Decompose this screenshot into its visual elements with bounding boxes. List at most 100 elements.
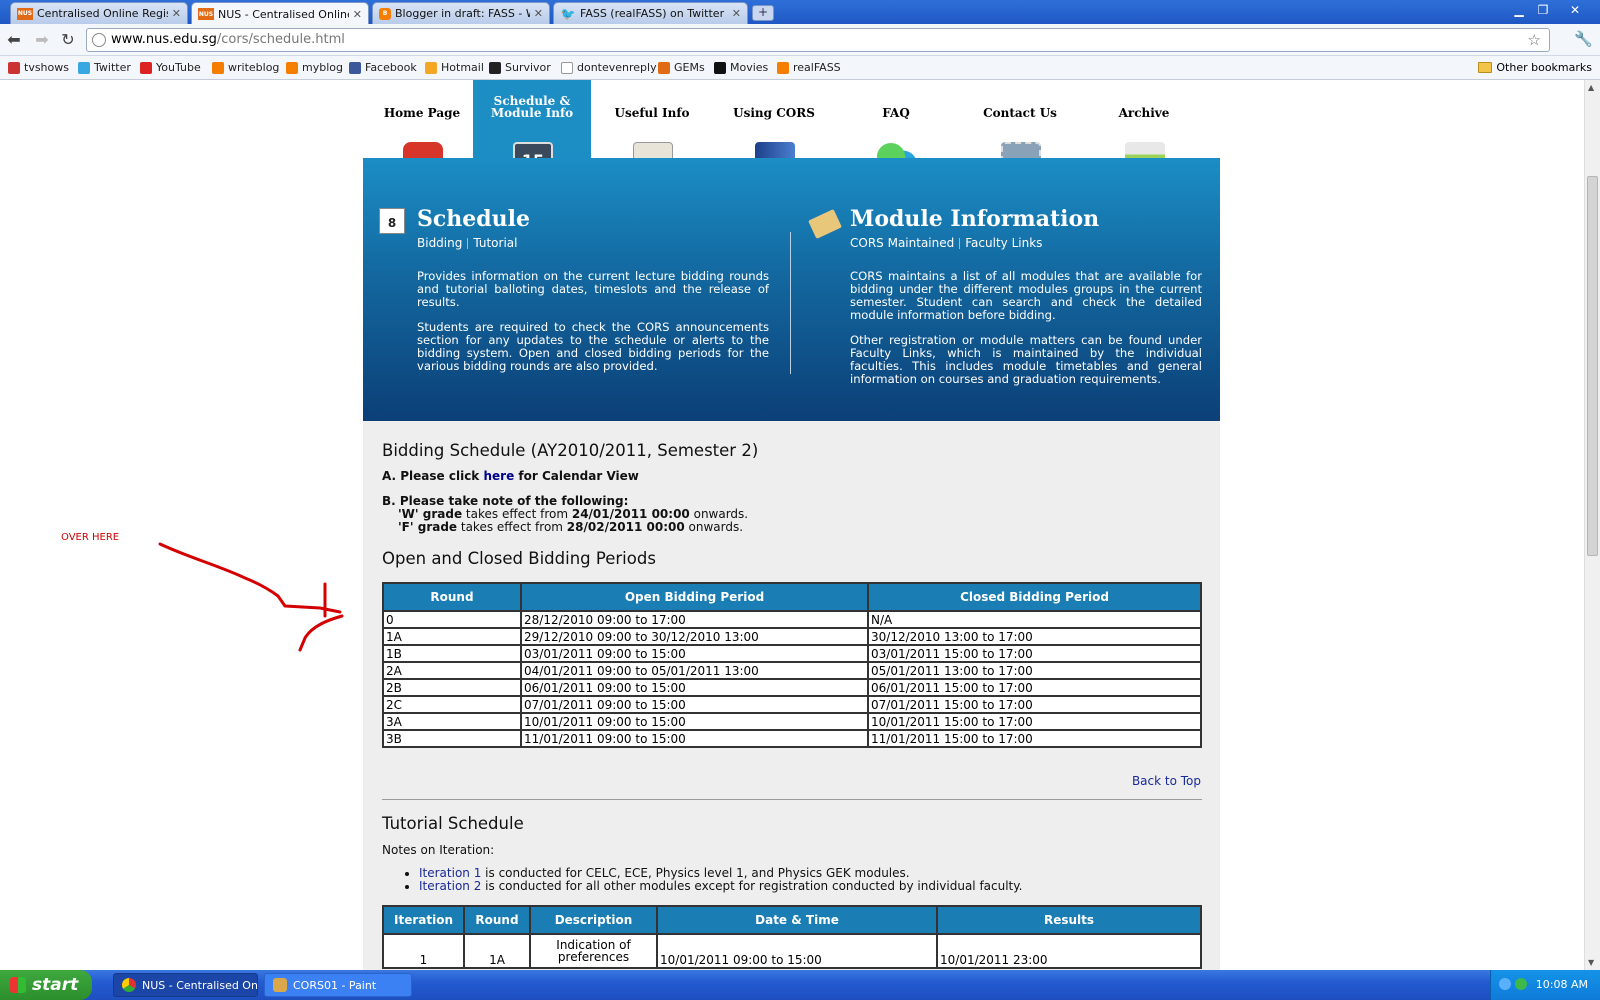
bookmark-writeblog[interactable]: writeblog bbox=[212, 61, 279, 74]
taskbar-chrome-button[interactable]: NUS - Centralised Onl... bbox=[113, 973, 258, 997]
iteration-2-link[interactable]: Iteration 2 bbox=[419, 879, 481, 893]
back-icon[interactable]: ⬅ bbox=[4, 30, 24, 50]
browser-tab-3[interactable]: B Blogger in draft: FASS - W... ✕ bbox=[372, 2, 550, 24]
new-tab-button[interactable]: + bbox=[752, 5, 774, 21]
browser-tab-1[interactable]: NUS Centralised Online Registra... ✕ bbox=[10, 2, 188, 24]
taskbar-button-label: CORS01 - Paint bbox=[293, 978, 377, 992]
bookmark-movies[interactable]: Movies bbox=[714, 61, 768, 74]
bookmark-label: Hotmail bbox=[441, 61, 484, 74]
tutorial-link[interactable]: Tutorial bbox=[473, 236, 517, 250]
close-icon[interactable]: ✕ bbox=[534, 7, 543, 20]
restore-icon[interactable]: ❐ bbox=[1532, 2, 1554, 20]
section-divider bbox=[382, 799, 1202, 800]
table-row: 2B 06/01/2011 09:00 to 15:00 06/01/2011 15… bbox=[382, 678, 1202, 697]
scroll-up-icon[interactable]: ▲ bbox=[1588, 83, 1594, 92]
nav-label: Archive bbox=[1118, 106, 1170, 120]
nus-favicon-icon: NUS bbox=[17, 7, 33, 20]
f-grade-mid: takes effect from bbox=[457, 520, 567, 534]
nav-label: Contact Us bbox=[983, 106, 1057, 120]
table-row: 1 1A Indication of preferences 10/01/201… bbox=[382, 933, 1202, 969]
nav-label: Useful Info bbox=[614, 106, 690, 120]
f-grade-date: 28/02/2011 00:00 bbox=[566, 520, 685, 534]
start-button[interactable]: start bbox=[0, 970, 92, 1000]
bookmark-twitter[interactable]: Twitter bbox=[78, 61, 131, 74]
wrench-icon[interactable]: 🔧 bbox=[1574, 30, 1593, 48]
close-window-icon[interactable]: ✕ bbox=[1564, 2, 1586, 20]
bookmark-tvshows[interactable]: tvshows bbox=[8, 61, 69, 74]
bookmark-dontevenreply[interactable]: dontevenreply bbox=[561, 61, 657, 74]
cors-maintained-link[interactable]: CORS Maintained bbox=[850, 236, 954, 250]
note-a: A. Please click here for Calendar View bbox=[382, 470, 639, 483]
bookmark-icon bbox=[8, 61, 20, 74]
schedule-description: Provides information on the current lect… bbox=[417, 270, 769, 385]
column-header: Open Bidding Period bbox=[520, 582, 869, 612]
table-row: 3A 10/01/2011 09:00 to 15:00 10/01/2011 15… bbox=[382, 712, 1202, 731]
scrollbar-thumb[interactable] bbox=[1587, 176, 1598, 556]
column-header: Results bbox=[936, 905, 1202, 935]
bookmark-label: Twitter bbox=[94, 61, 131, 74]
back-to-top-link[interactable]: Back to Top bbox=[1132, 775, 1201, 788]
list-item: Iteration 2 is conducted for all other m… bbox=[419, 880, 1022, 893]
table-cell: 10/01/2011 09:00 to 15:00 bbox=[656, 933, 938, 969]
browser-tab-4[interactable]: 🐦 FASS (realFASS) on Twitter ✕ bbox=[553, 2, 748, 24]
bookmark-realfass[interactable]: realFASS bbox=[777, 61, 841, 74]
schedule-para-2: Students are required to check the CORS … bbox=[417, 320, 769, 373]
bidding-table-body: 0 28/12/2010 09:00 to 17:00 N/A 1A 29/12/201… bbox=[382, 610, 1202, 748]
module-para-2: Other registration or module matters can… bbox=[850, 333, 1202, 386]
table-row: 2C 07/01/2011 09:00 to 15:00 07/01/2011 15… bbox=[382, 695, 1202, 714]
close-icon[interactable]: ✕ bbox=[353, 8, 362, 21]
note-a-suffix: for Calendar View bbox=[514, 469, 639, 483]
blogger-favicon-icon: B bbox=[379, 7, 391, 20]
table-cell: 30/12/2010 13:00 to 17:00 bbox=[867, 627, 1202, 646]
bookmark-star-icon[interactable]: ☆ bbox=[1528, 29, 1541, 51]
iteration-1-link[interactable]: Iteration 1 bbox=[419, 866, 481, 880]
close-icon[interactable]: ✕ bbox=[172, 7, 181, 20]
bookmark-facebook[interactable]: Facebook bbox=[349, 61, 417, 74]
calendar-view-link[interactable]: here bbox=[483, 469, 514, 483]
other-bookmarks[interactable]: Other bookmarks bbox=[1478, 61, 1592, 74]
vertical-scrollbar[interactable]: ▲ ▼ bbox=[1584, 80, 1600, 970]
nav-label: Home Page bbox=[383, 106, 461, 120]
reload-icon[interactable]: ↻ bbox=[58, 30, 78, 50]
taskbar-paint-button[interactable]: CORS01 - Paint bbox=[264, 973, 412, 997]
table-cell: 28/12/2010 09:00 to 17:00 bbox=[520, 610, 869, 629]
module-info-description: CORS maintains a list of all modules tha… bbox=[850, 270, 1202, 398]
column-header: Description bbox=[529, 905, 658, 935]
tray-arrow-icon[interactable] bbox=[1499, 978, 1511, 990]
link-separator bbox=[959, 238, 961, 249]
network-icon[interactable] bbox=[1515, 978, 1527, 990]
bookmark-gems[interactable]: GEMs bbox=[658, 61, 705, 74]
bookmark-myblog[interactable]: myblog bbox=[286, 61, 343, 74]
minimize-icon[interactable]: ▁ bbox=[1508, 2, 1530, 20]
youtube-icon bbox=[140, 61, 152, 74]
w-grade-end: onwards. bbox=[689, 507, 749, 521]
w-grade-label: 'W' grade bbox=[398, 507, 463, 521]
hero-divider bbox=[790, 232, 791, 374]
bookmark-survivor[interactable]: Survivor bbox=[489, 61, 551, 74]
tab-title: Centralised Online Registra... bbox=[37, 7, 168, 20]
scroll-down-icon[interactable]: ▼ bbox=[1588, 958, 1594, 967]
w-grade-mid: takes effect from bbox=[462, 507, 572, 521]
table-row: 0 28/12/2010 09:00 to 17:00 N/A bbox=[382, 610, 1202, 629]
url-host: www.nus.edu.sg bbox=[111, 32, 217, 47]
browser-tab-2[interactable]: NUS NUS - Centralised Online R... ✕ bbox=[191, 2, 369, 25]
faculty-links-link[interactable]: Faculty Links bbox=[965, 236, 1042, 250]
close-icon[interactable]: ✕ bbox=[732, 7, 741, 20]
start-label: start bbox=[32, 975, 79, 995]
hero-banner: 8 Schedule Bidding Tutorial Provides info… bbox=[363, 158, 1220, 421]
tab-title: Blogger in draft: FASS - W... bbox=[395, 7, 530, 20]
forward-icon[interactable]: ➡ bbox=[32, 30, 52, 50]
bidding-link[interactable]: Bidding bbox=[417, 236, 462, 250]
iteration-2-text: is conducted for all other modules excep… bbox=[481, 879, 1023, 893]
clock: 10:08 AM bbox=[1535, 978, 1588, 991]
nav-label: Schedule & Module Info bbox=[473, 95, 591, 119]
address-bar[interactable]: www.nus.edu.sg/cors/schedule.html ☆ bbox=[86, 28, 1550, 52]
bookmark-label: YouTube bbox=[156, 61, 201, 74]
note-a-prefix: A. Please click bbox=[382, 469, 484, 483]
bookmark-hotmail[interactable]: Hotmail bbox=[425, 61, 484, 74]
paint-icon bbox=[273, 978, 287, 992]
column-header: Closed Bidding Period bbox=[867, 582, 1202, 612]
table-cell: 05/01/2011 13:00 to 17:00 bbox=[867, 661, 1202, 680]
bookmark-youtube[interactable]: YouTube bbox=[140, 61, 201, 74]
table-row: 3B 11/01/2011 09:00 to 15:00 11/01/2011 15… bbox=[382, 729, 1202, 748]
